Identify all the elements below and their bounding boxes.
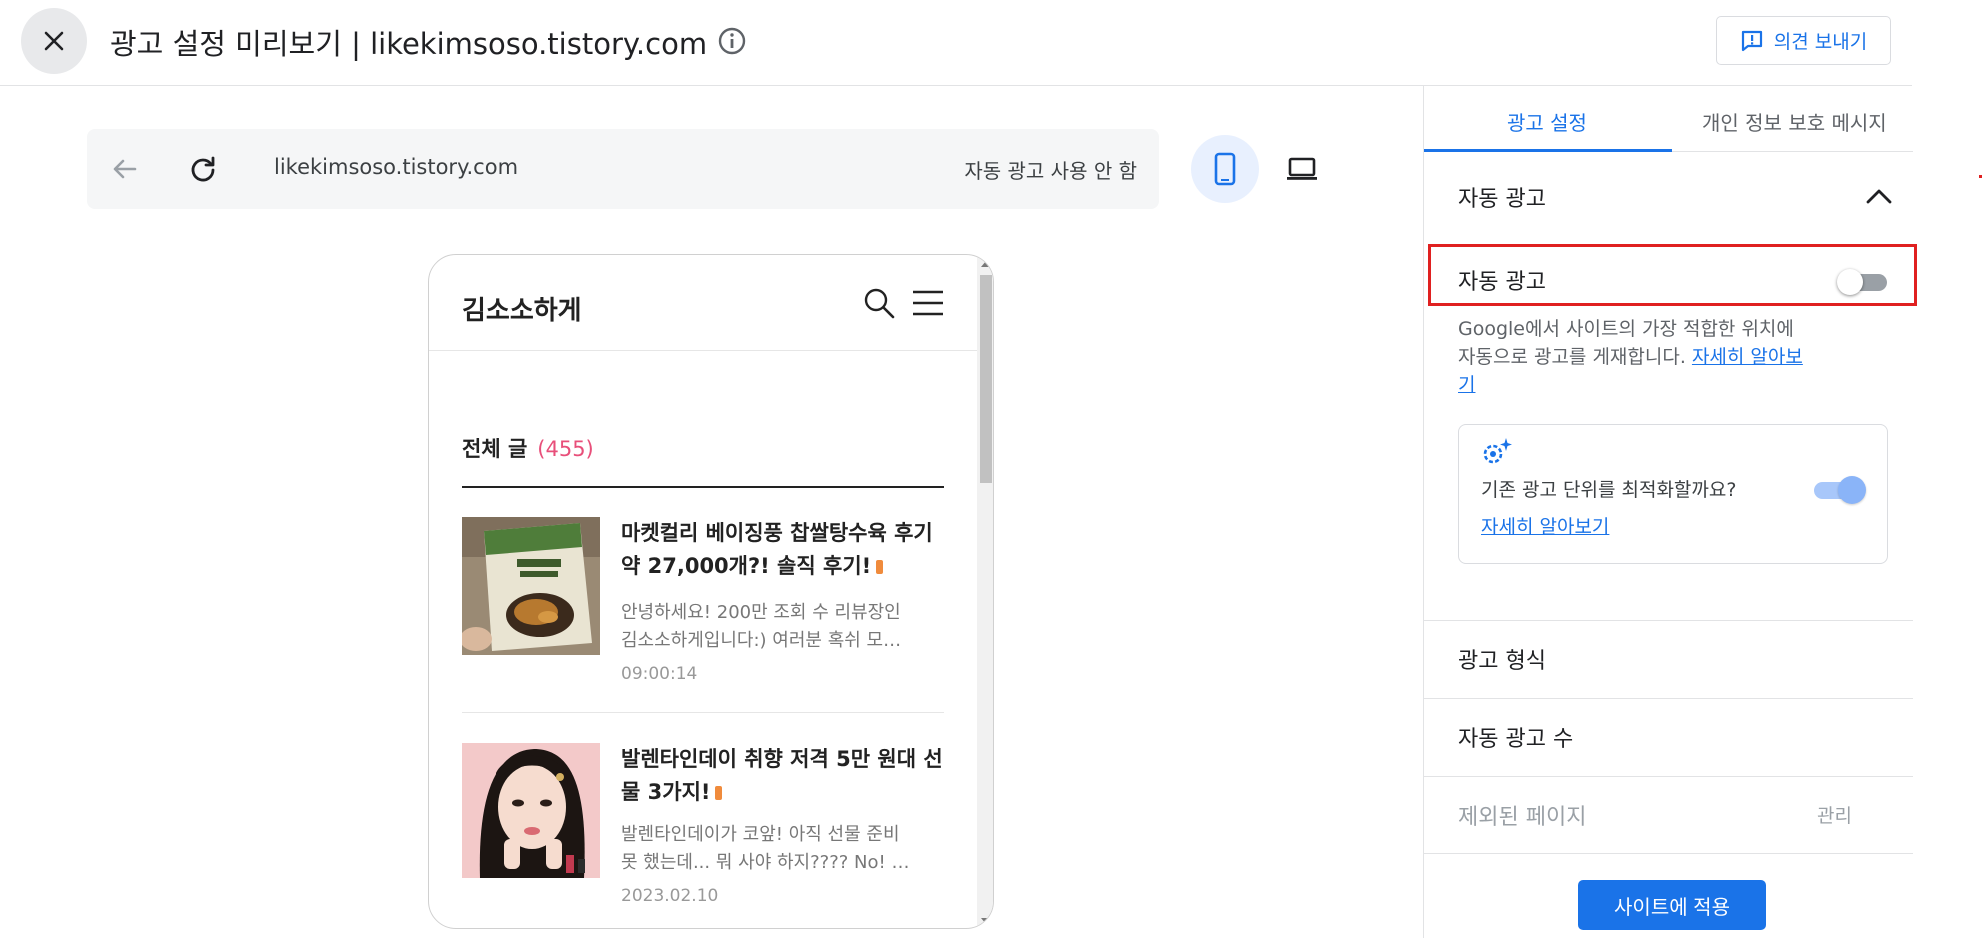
settings-panel: 광고 설정 개인 정보 보호 메시지 자동 광고 자동 광고 Google에서 … bbox=[1423, 86, 1917, 938]
active-tab-indicator bbox=[1424, 149, 1672, 152]
desktop-view-button[interactable] bbox=[1268, 135, 1336, 203]
optimize-question: 기존 광고 단위를 최적화할까요? bbox=[1481, 479, 1737, 501]
back-arrow-icon[interactable] bbox=[109, 153, 141, 185]
tab-ad-settings[interactable]: 광고 설정 bbox=[1507, 107, 1587, 136]
excluded-pages-label: 제외된 페이지 bbox=[1458, 805, 1587, 830]
auto-ads-status-text: 자동 광고 사용 안 함 bbox=[964, 159, 1137, 183]
hamburger-menu-icon[interactable] bbox=[911, 287, 945, 319]
preview-url: likekimsoso.tistory.com bbox=[274, 155, 519, 179]
blog-title[interactable]: 김소소하게 bbox=[462, 290, 582, 327]
close-icon bbox=[44, 31, 64, 51]
close-button[interactable] bbox=[21, 8, 87, 74]
all-posts-label: 전체 글 bbox=[462, 437, 528, 461]
feedback-button[interactable]: 의견 보내기 bbox=[1716, 16, 1891, 65]
ad-load-label: 자동 광고 수 bbox=[1458, 727, 1574, 752]
settings-tabs: 광고 설정 개인 정보 보호 메시지 bbox=[1424, 86, 1913, 152]
post-date: 09:00:14 bbox=[621, 664, 698, 684]
post-excerpt: 발렌타인데이가 코앞! 아직 선물 준비 못 했는데... 뭐 사야 하지???… bbox=[621, 824, 910, 873]
laptop-icon bbox=[1287, 157, 1317, 180]
all-posts-count: (455) bbox=[537, 437, 594, 461]
annotation-mark bbox=[1979, 175, 1982, 178]
post-date: 2023.02.10 bbox=[621, 886, 719, 906]
optimize-ad-units-card: 기존 광고 단위를 최적화할까요? 자세히 알아보기 bbox=[1458, 424, 1888, 564]
chevron-up-icon[interactable] bbox=[1864, 184, 1894, 208]
optimize-learn-more-link[interactable]: 자세히 알아보기 bbox=[1481, 512, 1609, 539]
top-bar: 광고 설정 미리보기 | likekimsoso.tistory.com 의견 … bbox=[0, 0, 1912, 86]
auto-ads-section-title[interactable]: 자동 광고 bbox=[1458, 181, 1546, 213]
mobile-preview-frame[interactable]: 김소소하게 전체 글 (455) 마켓컬리 베이징풍 찹쌀탕수육 후기 약 27… bbox=[428, 254, 994, 929]
tab-privacy-messages[interactable]: 개인 정보 보호 메시지 bbox=[1702, 107, 1887, 136]
new-badge-icon bbox=[876, 560, 884, 574]
mobile-view-button[interactable] bbox=[1191, 135, 1259, 203]
blog-header: 김소소하게 bbox=[429, 255, 977, 351]
scroll-down-arrow-icon[interactable] bbox=[981, 918, 991, 924]
post-thumbnail[interactable] bbox=[462, 517, 600, 655]
info-icon[interactable] bbox=[717, 26, 747, 56]
page-title: 광고 설정 미리보기 | likekimsoso.tistory.com bbox=[110, 27, 708, 61]
auto-ads-toggle[interactable] bbox=[1837, 268, 1889, 296]
optimize-ad-units-toggle[interactable] bbox=[1814, 475, 1866, 505]
divider bbox=[462, 712, 944, 713]
preview-scrollbar[interactable] bbox=[977, 255, 993, 928]
post-thumbnail[interactable] bbox=[462, 743, 600, 878]
divider bbox=[462, 486, 944, 488]
auto-ads-toggle-label: 자동 광고 bbox=[1458, 270, 1546, 295]
feedback-icon bbox=[1741, 30, 1762, 51]
scroll-thumb[interactable] bbox=[980, 275, 992, 483]
preview-address-bar: likekimsoso.tistory.com 자동 광고 사용 안 함 bbox=[87, 129, 1159, 209]
ad-formats-row[interactable]: 광고 형식 bbox=[1424, 620, 1913, 698]
scroll-up-arrow-icon[interactable] bbox=[981, 261, 991, 267]
ad-load-row[interactable]: 자동 광고 수 bbox=[1424, 698, 1913, 776]
post-excerpt: 안녕하세요! 200만 조회 수 리뷰장인 김소소하게입니다:) 여러분 혹쉬 … bbox=[621, 602, 902, 651]
post-title[interactable]: 마켓컬리 베이징풍 찹쌀탕수육 후기 약 27,000개?! 솔직 후기! bbox=[621, 517, 946, 583]
excluded-pages-row: 제외된 페이지 관리 bbox=[1424, 776, 1913, 854]
sparkle-gear-icon bbox=[1483, 438, 1512, 464]
reload-icon[interactable] bbox=[187, 153, 219, 185]
apply-to-site-button[interactable]: 사이트에 적용 bbox=[1578, 880, 1766, 930]
post-title[interactable]: 발렌타인데이 취향 저격 5만 원대 선물 3가지! bbox=[621, 743, 946, 809]
manage-excluded-pages-button[interactable]: 관리 bbox=[1817, 801, 1852, 828]
ad-formats-label: 광고 형식 bbox=[1458, 649, 1546, 674]
search-icon[interactable] bbox=[862, 286, 896, 320]
all-posts-heading: 전체 글 (455) bbox=[462, 433, 594, 463]
feedback-label: 의견 보내기 bbox=[1773, 31, 1868, 53]
smartphone-icon bbox=[1214, 152, 1236, 186]
auto-ads-description: Google에서 사이트의 가장 적합한 위치에 자동으로 광고를 게재합니다.… bbox=[1458, 318, 1803, 396]
new-badge-icon bbox=[715, 786, 723, 800]
